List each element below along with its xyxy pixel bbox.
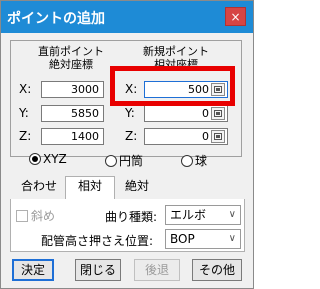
prev-x-label: X: bbox=[19, 82, 32, 96]
radio-unchecked-icon bbox=[105, 154, 117, 167]
window-title: ポイントの追加 bbox=[7, 11, 105, 27]
close-button[interactable]: × bbox=[225, 7, 246, 26]
chevron-down-icon: ∨ bbox=[228, 209, 236, 220]
ok-button[interactable]: 決定 bbox=[12, 259, 54, 281]
other-button[interactable]: その他 bbox=[192, 259, 242, 281]
radio-xyz-label: XYZ bbox=[43, 152, 67, 166]
prev-z-field: 1400 bbox=[41, 128, 104, 145]
close-dialog-button[interactable]: 閉じる bbox=[75, 259, 121, 281]
radio-cylindrical[interactable]: 円筒 bbox=[105, 152, 143, 169]
calculator-icon[interactable] bbox=[211, 130, 225, 143]
new-z-label: Z: bbox=[125, 129, 138, 143]
new-x-label: X: bbox=[125, 82, 138, 96]
new-y-label: Y: bbox=[125, 106, 135, 120]
calculator-icon[interactable] bbox=[211, 107, 225, 120]
prev-y-label: Y: bbox=[19, 106, 29, 120]
radio-cylindrical-label: 円筒 bbox=[119, 154, 144, 168]
tab-align[interactable]: 合わせ bbox=[13, 177, 65, 195]
prev-z-label: Z: bbox=[19, 129, 32, 143]
new-point-header-line1: 新規ポイント bbox=[143, 45, 209, 58]
previous-point-header: 直前ポイント 絶対座標 bbox=[31, 45, 111, 71]
pipe-height-value: BOP bbox=[170, 232, 195, 246]
radio-xyz[interactable]: XYZ bbox=[29, 152, 67, 166]
add-point-dialog: ポイントの追加 × 直前ポイント 絶対座標 新規ポイント 相対座標 X: 300… bbox=[0, 0, 254, 289]
checkbox-icon bbox=[16, 209, 28, 222]
calculator-icon[interactable] bbox=[211, 83, 225, 96]
bend-type-select[interactable]: エルボ ∨ bbox=[165, 205, 241, 225]
chevron-down-icon: ∨ bbox=[228, 233, 236, 244]
bend-type-label: 曲り種類: bbox=[105, 210, 158, 224]
pipe-height-select[interactable]: BOP ∨ bbox=[165, 229, 241, 249]
radio-spherical-label: 球 bbox=[195, 154, 208, 168]
title-bar[interactable]: ポイントの追加 × bbox=[1, 1, 253, 33]
tab-relative[interactable]: 相対 bbox=[65, 176, 115, 200]
radio-unchecked-icon bbox=[181, 154, 193, 167]
previous-point-header-line2: 絶対座標 bbox=[49, 58, 93, 71]
pipe-height-label: 配管高さ押さえ位置: bbox=[41, 234, 154, 248]
tab-absolute[interactable]: 絶対 bbox=[117, 177, 157, 195]
bend-type-value: エルボ bbox=[170, 208, 207, 222]
new-point-header-line2: 相対座標 bbox=[154, 58, 198, 71]
diagonal-label: 斜め bbox=[31, 209, 56, 223]
new-point-header: 新規ポイント 相対座標 bbox=[131, 45, 221, 71]
radio-checked-icon bbox=[29, 153, 41, 165]
radio-spherical[interactable]: 球 bbox=[181, 152, 207, 169]
prev-y-field: 5850 bbox=[41, 105, 104, 122]
previous-point-header-line1: 直前ポイント bbox=[38, 45, 104, 58]
prev-x-field: 3000 bbox=[41, 81, 104, 98]
diagonal-checkbox[interactable]: 斜め bbox=[16, 207, 55, 224]
back-button[interactable]: 後退 bbox=[134, 259, 180, 281]
